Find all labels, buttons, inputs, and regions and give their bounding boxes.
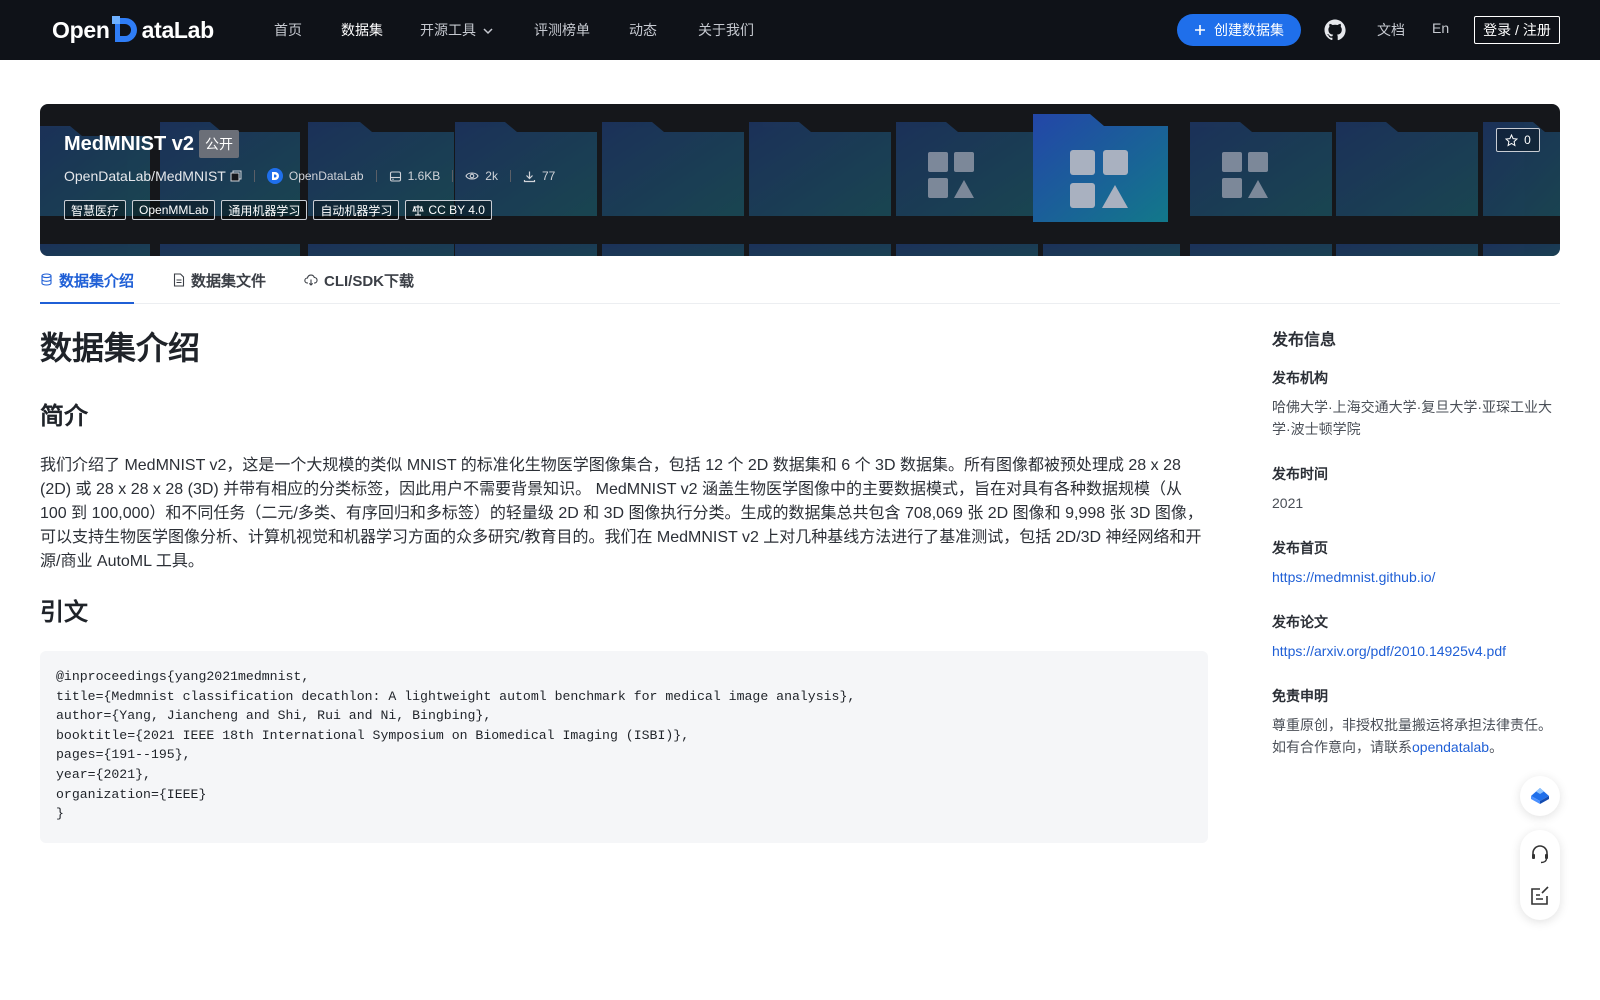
contact-link[interactable]: opendatalab xyxy=(1412,739,1489,755)
dataset-tabs: 数据集介绍 数据集文件 CLI/SDK下载 xyxy=(40,264,1560,304)
citation-code-block[interactable]: @inproceedings{yang2021medmnist, title={… xyxy=(40,651,1208,843)
nav-news[interactable]: 动态 xyxy=(629,20,657,40)
citation-text: @inproceedings{yang2021medmnist, title={… xyxy=(56,669,856,822)
intro-paragraph: 我们介绍了 MedMNIST v2，这是一个大规模的类似 MNIST 的标准化生… xyxy=(40,457,1203,570)
star-count: 0 xyxy=(1524,133,1531,147)
database-icon xyxy=(389,170,401,182)
license-label: CC BY 4.0 xyxy=(428,203,485,217)
logo-text-right: ataLab xyxy=(141,16,215,43)
nav-open-tools-label: 开源工具 xyxy=(420,22,476,38)
database-icon xyxy=(41,273,52,286)
create-dataset-button[interactable]: 创建数据集 xyxy=(1177,14,1301,46)
release-home-block: 发布首页 https://medmnist.github.io/ xyxy=(1272,538,1562,588)
visibility-badge: 公开 xyxy=(199,130,239,158)
release-paper-block: 发布论文 https://arxiv.org/pdf/2010.14925v4.… xyxy=(1272,612,1562,662)
language-switch[interactable]: En xyxy=(1432,20,1449,36)
tab-cli-sdk-label: CLI/SDK下载 xyxy=(324,273,415,290)
release-time-block: 发布时间 2021 xyxy=(1272,464,1562,514)
nav-leaderboard[interactable]: 评测榜单 xyxy=(534,20,590,40)
logo-text-left: Open xyxy=(52,16,110,43)
create-dataset-label: 创建数据集 xyxy=(1214,22,1284,38)
tab-files-label: 数据集文件 xyxy=(191,273,267,290)
opendatalab-logo[interactable]: Open ataLab xyxy=(52,14,214,46)
dataset-org-name: OpenDataLab xyxy=(288,169,364,183)
release-paper-link[interactable]: https://arxiv.org/pdf/2010.14925v4.pdf xyxy=(1272,640,1562,662)
nav-about[interactable]: 关于我们 xyxy=(698,20,754,40)
release-org-label: 发布机构 xyxy=(1272,370,1328,386)
tab-introduction-label: 数据集介绍 xyxy=(59,273,135,290)
nav-open-tools[interactable]: 开源工具 xyxy=(420,20,494,40)
scale-icon xyxy=(412,205,425,216)
content-heading: 数据集介绍 xyxy=(40,330,201,366)
cloud-icon xyxy=(304,274,318,286)
nav-home[interactable]: 首页 xyxy=(274,20,302,40)
top-navbar: Open ataLab 首页 数据集 开源工具 评测榜单 动态 关于我们 创建数… xyxy=(0,0,1600,60)
dataset-org[interactable]: OpenDataLab xyxy=(266,168,364,184)
plus-icon xyxy=(1195,25,1205,35)
dataset-downloads: 77 xyxy=(523,169,555,183)
meta-divider xyxy=(375,170,377,182)
disclaimer-end: 。 xyxy=(1489,739,1504,755)
citation-heading: 引文 xyxy=(40,599,88,626)
dataset-size: 1.6KB xyxy=(389,169,441,183)
download-icon xyxy=(523,171,536,182)
intro-heading: 简介 xyxy=(40,403,88,430)
nav-docs[interactable]: 文档 xyxy=(1377,20,1405,40)
logo-mark-icon xyxy=(111,15,141,45)
release-info-sidebar: 发布信息 发布机构 哈佛大学·上海交通大学·复旦大学·亚琛工业大学·波士顿学院 … xyxy=(1272,330,1562,755)
release-time-label: 发布时间 xyxy=(1272,466,1328,482)
login-register-button[interactable]: 登录 / 注册 xyxy=(1474,16,1560,44)
tab-files[interactable]: 数据集文件 xyxy=(173,270,266,304)
tag-item[interactable]: 智慧医疗 xyxy=(64,200,127,220)
release-org-value: 哈佛大学·上海交通大学·复旦大学·亚琛工业大学·波士顿学院 xyxy=(1272,399,1552,437)
meta-divider xyxy=(509,170,511,182)
release-info-title: 发布信息 xyxy=(1272,332,1337,349)
float-assistant-button[interactable] xyxy=(1520,776,1560,816)
release-org-block: 发布机构 哈佛大学·上海交通大学·复旦大学·亚琛工业大学·波士顿学院 xyxy=(1272,368,1562,440)
dataset-size-value: 1.6KB xyxy=(407,169,441,183)
meta-divider xyxy=(253,170,255,182)
dataset-path: OpenDataLab/MedMNIST xyxy=(64,168,226,184)
dataset-views-value: 2k xyxy=(485,169,498,183)
file-icon xyxy=(173,273,185,287)
nav-datasets[interactable]: 数据集 xyxy=(341,20,383,40)
dataset-views: 2k xyxy=(465,169,498,183)
rocket-icon xyxy=(1531,788,1549,804)
float-support-group xyxy=(1520,830,1560,920)
eye-icon xyxy=(465,172,479,180)
dataset-tags: 智慧医疗 OpenMMLab 通用机器学习 自动机器学习 CC BY 4.0 xyxy=(64,200,492,220)
dataset-meta-row: OpenDataLab/MedMNIST OpenDataLab 1.6KB 2… xyxy=(64,166,555,186)
dataset-title: MedMNIST v2 xyxy=(64,133,195,155)
disclaimer-label: 免责申明 xyxy=(1272,688,1328,704)
chevron-down-icon xyxy=(483,28,493,35)
star-button[interactable]: 0 xyxy=(1496,128,1540,152)
tab-introduction[interactable]: 数据集介绍 xyxy=(40,270,135,304)
release-home-label: 发布首页 xyxy=(1272,540,1328,556)
release-time-value: 2021 xyxy=(1272,495,1304,511)
meta-divider xyxy=(452,170,454,182)
release-paper-label: 发布论文 xyxy=(1272,614,1328,630)
tab-cli-sdk[interactable]: CLI/SDK下载 xyxy=(304,270,414,304)
star-icon xyxy=(1505,133,1519,147)
tag-item[interactable]: 通用机器学习 xyxy=(221,200,308,220)
dataset-banner: MedMNIST v2 公开 OpenDataLab/MedMNIST Open… xyxy=(40,104,1560,256)
dataset-downloads-value: 77 xyxy=(541,169,556,183)
disclaimer-block: 免责申明 尊重原创，非授权批量搬运将承担法律责任。如有合作意向，请联系opend… xyxy=(1272,686,1562,758)
tag-item[interactable]: OpenMMLab xyxy=(132,200,216,220)
feedback-icon[interactable] xyxy=(1528,884,1552,908)
license-tag[interactable]: CC BY 4.0 xyxy=(405,200,492,220)
disclaimer-text: 尊重原创，非授权批量搬运将承担法律责任。如有合作意向，请联系opendatala… xyxy=(1272,714,1562,758)
org-avatar-icon xyxy=(266,168,283,184)
headset-icon[interactable] xyxy=(1528,842,1552,866)
copy-icon[interactable] xyxy=(230,170,242,182)
tag-item[interactable]: 自动机器学习 xyxy=(313,200,400,220)
release-home-link[interactable]: https://medmnist.github.io/ xyxy=(1272,566,1562,588)
github-icon[interactable] xyxy=(1323,18,1347,42)
